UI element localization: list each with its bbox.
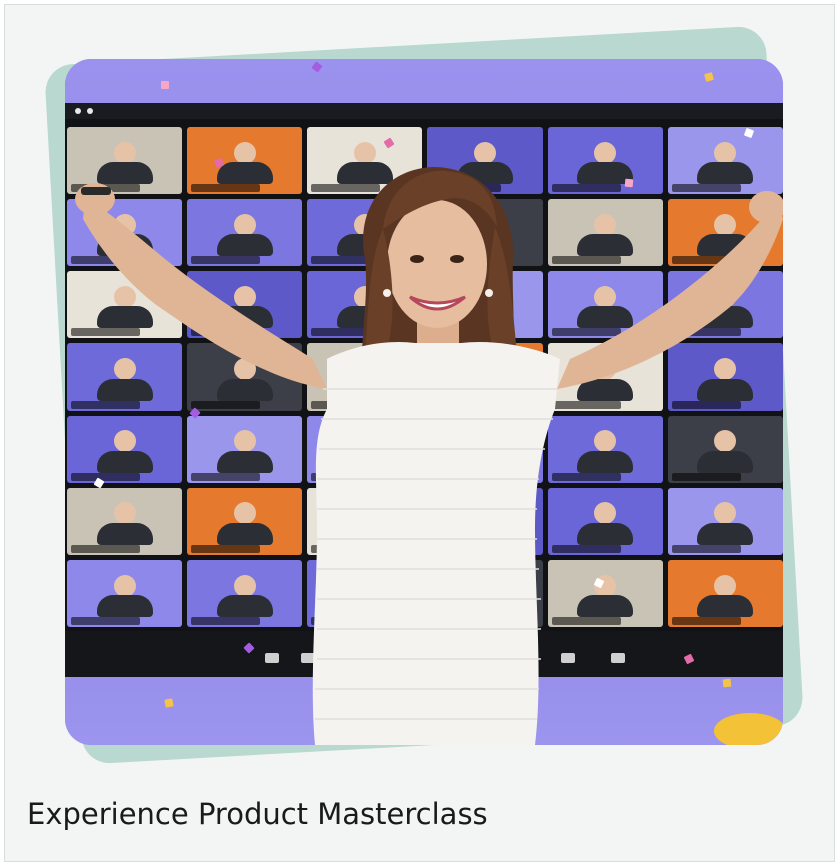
presenter-figure [75, 167, 783, 745]
hero-image[interactable] [65, 59, 783, 745]
product-card[interactable]: Experience Product Masterclass [4, 4, 835, 862]
card-title[interactable]: Experience Product Masterclass [27, 797, 488, 831]
